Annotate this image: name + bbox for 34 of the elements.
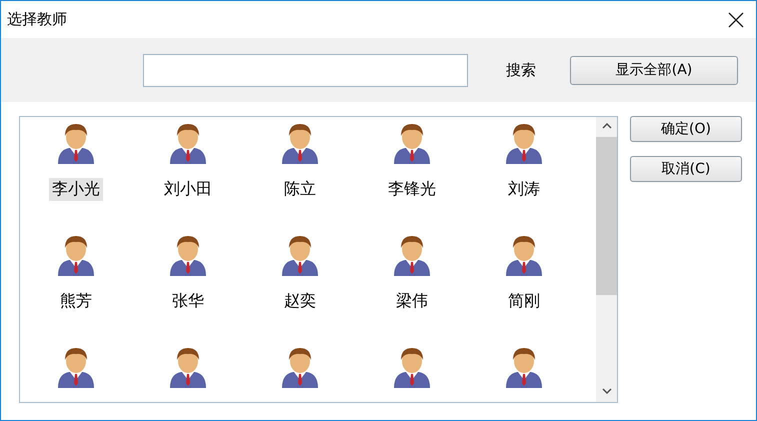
person-icon[interactable]: [56, 346, 96, 388]
search-field[interactable]: [143, 54, 468, 86]
teacher-name[interactable]: 熊芳: [57, 290, 95, 313]
person-icon[interactable]: [504, 122, 544, 164]
teacher-name[interactable]: 李小光: [49, 178, 103, 201]
teacher-name[interactable]: 刘小田: [161, 178, 215, 201]
person-icon[interactable]: [392, 234, 432, 276]
person-icon[interactable]: [280, 234, 320, 276]
teacher-name[interactable]: 刘涛: [505, 178, 543, 201]
teacher-name[interactable]: 李锋光: [385, 178, 439, 201]
teacher-name[interactable]: 简刚: [505, 290, 543, 313]
person-icon[interactable]: [504, 234, 544, 276]
person-icon[interactable]: [280, 122, 320, 164]
person-icon[interactable]: [56, 122, 96, 164]
person-icon[interactable]: [392, 122, 432, 164]
person-icon[interactable]: [56, 234, 96, 276]
person-icon[interactable]: [392, 346, 432, 388]
window-title: 选择教师: [7, 10, 67, 29]
dialog-button[interactable]: 取消(C): [630, 156, 742, 182]
person-icon[interactable]: [168, 234, 208, 276]
scrollbar-thumb[interactable]: [596, 137, 617, 295]
close-icon[interactable]: [728, 12, 744, 28]
teacher-name[interactable]: 陈立: [281, 178, 319, 201]
teacher-name[interactable]: 赵奕: [281, 290, 319, 313]
person-icon[interactable]: [280, 346, 320, 388]
show-all-button[interactable]: 显示全部(A): [570, 56, 738, 84]
search-label: 搜索: [506, 60, 537, 80]
dialog-button[interactable]: 确定(O): [630, 116, 742, 142]
person-icon[interactable]: [504, 346, 544, 388]
person-icon[interactable]: [168, 122, 208, 164]
teacher-name[interactable]: 梁伟: [393, 290, 431, 313]
scrollbar[interactable]: [596, 117, 617, 402]
person-icon[interactable]: [168, 346, 208, 388]
teacher-name[interactable]: 张华: [169, 290, 207, 313]
